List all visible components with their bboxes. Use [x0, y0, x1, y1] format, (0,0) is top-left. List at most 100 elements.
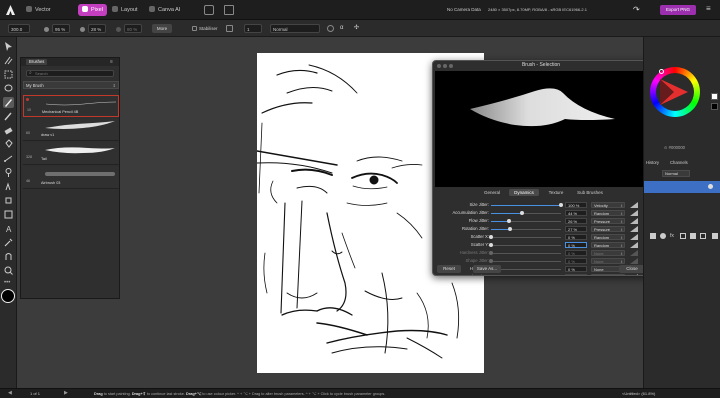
slider-knob[interactable] — [489, 275, 493, 276]
menu-icon[interactable]: ≡ — [706, 4, 715, 14]
blend-mode-select[interactable]: Normal — [270, 24, 320, 33]
tab-channels[interactable]: Channels — [670, 160, 688, 165]
persona-pixel[interactable]: Pixel — [78, 4, 107, 16]
gradient-tool-icon[interactable] — [3, 153, 14, 164]
brush-item-tail[interactable]: 328 Tail — [23, 143, 119, 165]
close-button[interactable]: Close — [619, 265, 645, 273]
more-button[interactable]: More — [152, 24, 172, 33]
pressure-curve-icon[interactable] — [630, 274, 638, 276]
pressure-curve-icon[interactable] — [630, 242, 638, 248]
jitter-slider[interactable] — [491, 227, 561, 231]
view-tool-icon[interactable] — [3, 251, 14, 262]
paint-brush-tool-icon[interactable] — [3, 97, 14, 108]
page-prev-icon[interactable]: ◀ — [8, 390, 12, 396]
wet-edges-icon[interactable]: α — [340, 25, 347, 32]
tab-history[interactable]: History — [646, 160, 659, 165]
jitter-value-field[interactable]: 0 % — [565, 241, 587, 248]
freehand-selection-icon[interactable] — [3, 83, 14, 94]
jitter-value-field[interactable]: 0 % — [565, 233, 587, 240]
brush-search-input[interactable]: ⌕ Search — [26, 70, 114, 77]
export-button[interactable]: Export PNG — [660, 5, 696, 15]
jitter-controller-select[interactable]: Random — [591, 241, 625, 248]
jitter-value-field[interactable]: 0 % — [565, 257, 587, 264]
jitter-slider[interactable] — [489, 267, 561, 271]
delete-layer-icon[interactable] — [712, 233, 718, 239]
dodge-tool-icon[interactable] — [3, 167, 14, 178]
layer-mask-icon[interactable] — [650, 233, 656, 239]
color-swatch-black[interactable] — [711, 103, 718, 110]
tab-dynamics[interactable]: Dynamics — [509, 189, 539, 196]
jitter-slider[interactable] — [489, 251, 561, 255]
zoom-tool-icon[interactable] — [3, 265, 14, 276]
slider-knob[interactable] — [559, 203, 563, 207]
stabiliser-mode-icon[interactable] — [226, 25, 233, 32]
stabiliser-checkbox[interactable] — [192, 26, 197, 31]
layer-blend-select[interactable]: Normal — [662, 170, 690, 177]
pressure-icon[interactable] — [327, 25, 334, 32]
jitter-controller-select[interactable]: None — [591, 273, 625, 275]
app-logo-icon[interactable] — [5, 4, 16, 16]
jitter-slider[interactable] — [491, 219, 561, 223]
pressure-curve-icon[interactable] — [630, 250, 638, 256]
jitter-value-field[interactable]: 100 % — [565, 201, 587, 208]
visibility-icon[interactable] — [708, 184, 713, 189]
tab-texture[interactable]: Texture — [543, 189, 569, 196]
color-wheel[interactable] — [650, 67, 700, 117]
jitter-value-field[interactable]: 26 % — [565, 217, 587, 224]
slider-knob[interactable] — [489, 243, 493, 247]
save-as-button[interactable]: Save As... — [473, 265, 501, 273]
jitter-controller-select[interactable]: None — [591, 257, 625, 264]
group-icon[interactable] — [680, 233, 686, 239]
jitter-controller-select[interactable]: Pressure — [591, 225, 625, 232]
hardness-field[interactable]: 80 % — [124, 24, 142, 33]
adjustment-icon[interactable] — [660, 233, 666, 239]
jitter-slider[interactable] — [491, 211, 561, 215]
pressure-curve-icon[interactable] — [630, 218, 638, 224]
pressure-curve-icon[interactable] — [630, 234, 638, 240]
reset-button[interactable]: Reset — [437, 265, 461, 273]
selection-brush-icon[interactable] — [3, 55, 14, 66]
pressure-curve-icon[interactable] — [630, 202, 638, 208]
jitter-slider[interactable] — [491, 203, 563, 207]
flow-field[interactable]: 28 % — [88, 24, 106, 33]
clone-tool-icon[interactable] — [3, 195, 14, 206]
opacity-field[interactable]: 95 % — [52, 24, 70, 33]
pressure-curve-icon[interactable] — [630, 226, 638, 232]
brush-category-select[interactable]: My Brush ⇕ — [23, 81, 119, 89]
persona-vector[interactable]: Vector — [22, 4, 55, 16]
tab-general[interactable]: General — [478, 189, 506, 196]
marquee-tool-icon[interactable] — [3, 69, 14, 80]
grid-icon[interactable] — [224, 5, 234, 15]
jitter-value-field[interactable]: 44 % — [565, 209, 587, 216]
persona-canva-ai[interactable]: Canva AI — [145, 4, 184, 16]
brush-width-field[interactable]: 300.0 px — [8, 24, 30, 41]
redo-icon[interactable]: ↷ — [633, 5, 642, 14]
jitter-value-field[interactable]: 0 % — [565, 273, 587, 275]
jitter-value-field[interactable]: 27 % — [565, 225, 587, 232]
text-tool-icon[interactable]: A — [3, 223, 14, 234]
jitter-slider[interactable] — [489, 259, 561, 263]
jitter-controller-select[interactable]: Random — [591, 209, 625, 216]
slider-knob[interactable] — [519, 211, 524, 215]
pixel-tool-icon[interactable] — [3, 111, 14, 122]
move-tool-icon[interactable] — [3, 41, 14, 52]
slider-knob[interactable] — [489, 251, 493, 255]
eyedropper-tool-icon[interactable] — [3, 237, 14, 248]
jitter-controller-select[interactable]: Pressure — [591, 217, 625, 224]
jitter-slider[interactable] — [489, 243, 561, 247]
jitter-controller-select[interactable]: Random — [591, 233, 625, 240]
page-next-icon[interactable]: ▶ — [64, 390, 68, 396]
saturation-triangle[interactable] — [660, 79, 688, 105]
slider-knob[interactable] — [489, 235, 493, 239]
duplicate-icon[interactable] — [700, 233, 706, 239]
more-tools-icon[interactable]: ••• — [4, 280, 13, 286]
stabiliser-value[interactable]: 1 — [244, 24, 262, 33]
jitter-value-field[interactable]: 0 % — [565, 265, 587, 272]
persona-layout[interactable]: Layout — [108, 4, 142, 16]
slider-knob[interactable] — [489, 259, 493, 263]
add-layer-icon[interactable] — [690, 233, 696, 239]
erase-tool-icon[interactable] — [3, 125, 14, 136]
jitter-slider[interactable] — [489, 235, 561, 239]
pressure-curve-icon[interactable] — [630, 210, 638, 216]
jitter-controller-select[interactable]: None — [591, 249, 625, 256]
